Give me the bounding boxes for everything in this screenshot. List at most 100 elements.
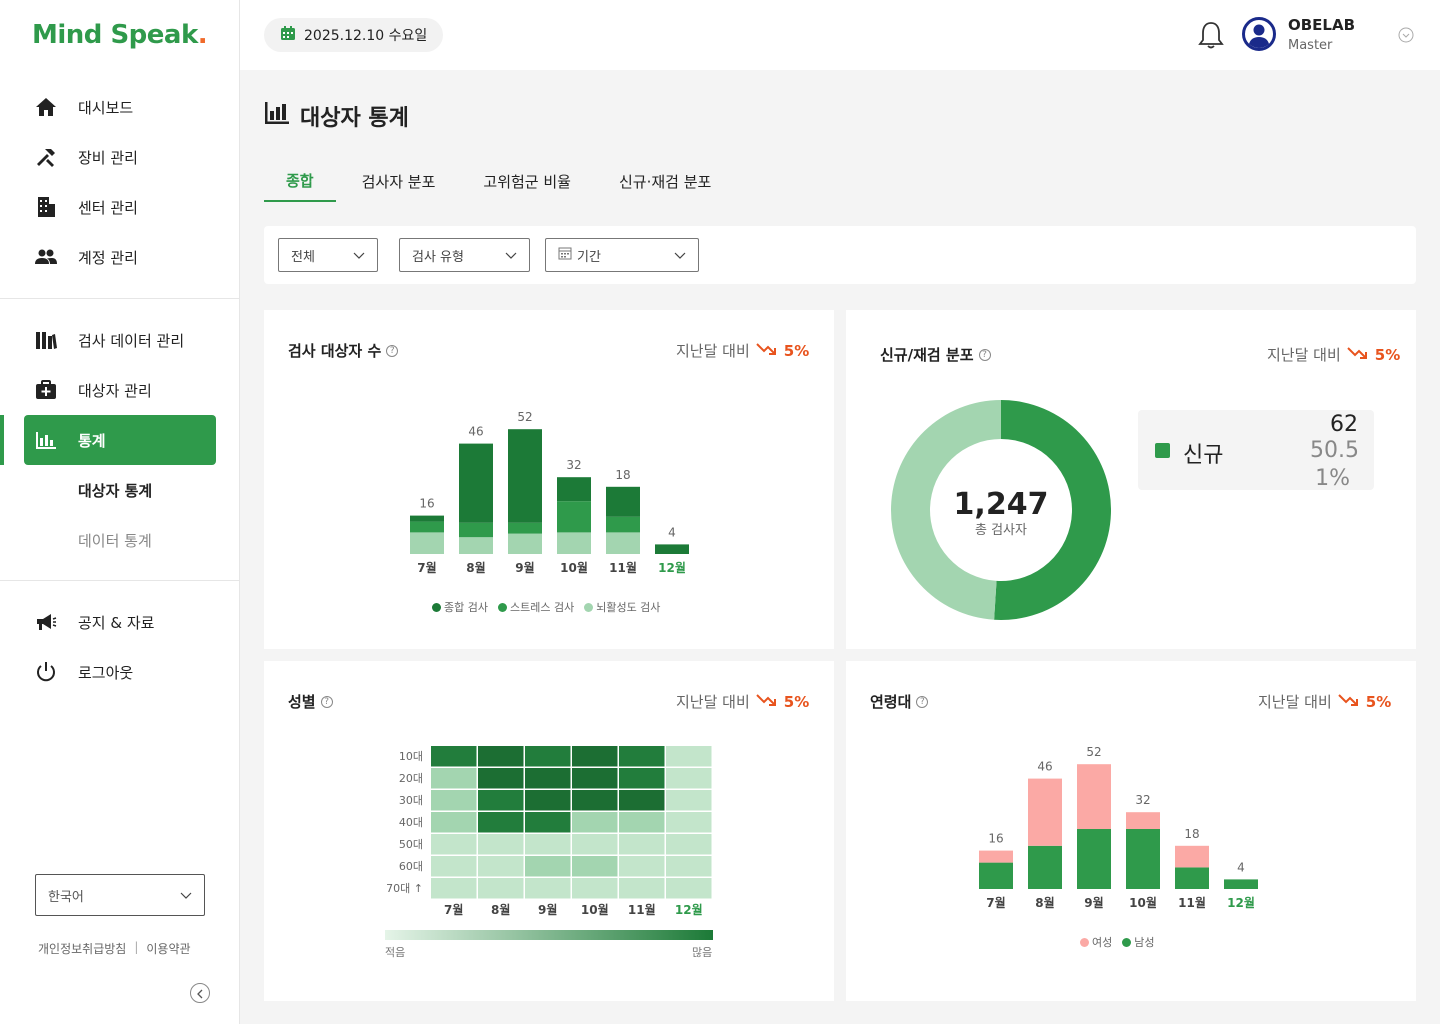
trend-down-icon xyxy=(1338,693,1360,711)
bar-chart-icon xyxy=(34,428,58,452)
card-title: 검사 대상자 수? xyxy=(288,340,399,361)
x-tick-label: 9월 xyxy=(1084,895,1103,910)
bar-segment xyxy=(979,862,1013,889)
sidebar: Mind Speak. 대시보드 장비 관리 센터 관리 계정 관리 검사 데이… xyxy=(0,0,240,1024)
heatmap-cell xyxy=(666,878,712,899)
legend-label: 종합 검사 xyxy=(444,601,488,614)
bar-segment xyxy=(606,486,640,517)
legend-item: 종합 검사 xyxy=(432,599,488,615)
collapse-sidebar-button[interactable] xyxy=(190,983,210,1003)
bar-segment xyxy=(1175,867,1209,889)
heatmap-cell xyxy=(478,768,524,789)
legend-label: 스트레스 검사 xyxy=(509,601,575,614)
compare-label: 지난달 대비 xyxy=(1258,693,1332,711)
bar-segment xyxy=(1028,845,1062,889)
help-icon[interactable]: ? xyxy=(386,344,399,357)
chevron-left-icon xyxy=(196,984,204,1003)
help-icon[interactable]: ? xyxy=(978,348,991,361)
nav-sub-data-stats[interactable]: 데이터 통계 xyxy=(78,530,152,551)
donut-center-label: 총 검사자 xyxy=(975,523,1027,538)
help-icon[interactable]: ? xyxy=(320,695,333,708)
trend-down-icon xyxy=(756,342,778,360)
x-tick-label: 12월 xyxy=(675,902,703,917)
tab-new-repeat-distribution[interactable]: 신규·재검 분포 xyxy=(597,160,733,202)
nav-subjects[interactable]: 대상자 관리 xyxy=(24,365,216,415)
language-select[interactable]: 한국어 xyxy=(35,874,205,916)
card-title-text: 연령대 xyxy=(870,693,912,711)
chart-legend: 종합 검사 스트레스 검사 뇌활성도 검사 xyxy=(432,599,660,615)
y-tick-label: 70대 ↑ xyxy=(386,882,423,895)
nav-centers[interactable]: 센터 관리 xyxy=(24,182,216,232)
heatmap-cell xyxy=(619,768,665,789)
test-type-value: 검사 유형 xyxy=(412,249,464,265)
card-title: 신규/재검 분포? xyxy=(880,344,991,365)
trend-down-icon xyxy=(756,693,778,711)
tab-overview[interactable]: 종합 xyxy=(264,160,336,202)
compare-value: 5% xyxy=(783,341,810,360)
sidebar-divider xyxy=(0,580,240,581)
heatmap-cell xyxy=(478,834,524,855)
y-tick-label: 40대 xyxy=(399,816,423,829)
x-tick-label: 12월 xyxy=(1227,895,1255,910)
footer-links: 개인정보취급방침 | 이용약관 xyxy=(38,940,191,957)
nav-accounts[interactable]: 계정 관리 xyxy=(24,232,216,282)
data-label: 46 xyxy=(1037,760,1052,774)
tools-icon xyxy=(34,145,58,169)
bar-segment xyxy=(410,521,444,533)
bar-segment xyxy=(459,522,493,538)
month-compare: 지난달 대비 5% xyxy=(676,691,809,712)
nav-notices[interactable]: 공지 & 자료 xyxy=(24,597,216,647)
bar-segment xyxy=(557,501,591,533)
period-select[interactable]: 기간 xyxy=(545,238,699,272)
scope-select[interactable]: 전체 xyxy=(278,238,378,272)
heatmap-cell xyxy=(478,878,524,899)
logo[interactable]: Mind Speak. xyxy=(32,20,208,50)
test-type-select[interactable]: 검사 유형 xyxy=(399,238,530,272)
heatmap-cell xyxy=(431,768,477,789)
gender-heatmap: 10대 20대 30대 40대 50대 60대 70대 ↑ 7월 8월 9월 10월 11월 12월 xyxy=(386,746,712,917)
heatmap-cell xyxy=(431,878,477,899)
scale-high-label: 많음 xyxy=(692,946,713,959)
legend-label: 여성 xyxy=(1092,936,1113,949)
data-label: 4 xyxy=(1237,860,1245,874)
heatmap-cell xyxy=(666,812,712,833)
heatmap-cell xyxy=(525,790,571,811)
help-icon[interactable]: ? xyxy=(916,695,929,708)
compare-label: 지난달 대비 xyxy=(676,693,750,711)
month-compare: 지난달 대비 5% xyxy=(1267,344,1400,365)
heatmap-cell xyxy=(478,790,524,811)
nav-devices[interactable]: 장비 관리 xyxy=(24,132,216,182)
nav-dashboard[interactable]: 대시보드 xyxy=(24,82,216,132)
x-tick-label: 12월 xyxy=(658,560,686,575)
compare-value: 5% xyxy=(1374,345,1401,364)
bell-icon[interactable] xyxy=(1198,20,1224,54)
link-separator: | xyxy=(134,940,139,954)
tab-examinee-distribution[interactable]: 검사자 분포 xyxy=(340,160,458,202)
x-tick-label: 8월 xyxy=(491,902,510,917)
heatmap-cell xyxy=(572,856,618,877)
period-label-group: 기간 xyxy=(558,246,601,265)
nav-statistics[interactable]: 통계 xyxy=(24,415,216,465)
heatmap-cell xyxy=(572,812,618,833)
privacy-link[interactable]: 개인정보취급방침 xyxy=(38,940,126,957)
nav-logout[interactable]: 로그아웃 xyxy=(24,647,216,697)
terms-link[interactable]: 이용약관 xyxy=(146,940,190,957)
scope-value: 전체 xyxy=(291,249,315,265)
nav-sub-subject-stats[interactable]: 대상자 통계 xyxy=(78,480,152,501)
avatar[interactable] xyxy=(1242,17,1276,51)
chevron-down-icon[interactable] xyxy=(1398,27,1414,47)
building-icon xyxy=(34,195,58,219)
legend-item: 뇌활성도 검사 xyxy=(584,599,660,615)
x-tick-label: 9월 xyxy=(538,902,557,917)
compare-value: 5% xyxy=(1365,692,1392,711)
bar-segment xyxy=(655,544,689,554)
x-tick-label: 7월 xyxy=(444,902,463,917)
heatmap-cell xyxy=(478,856,524,877)
bar-segment xyxy=(459,443,493,523)
x-tick-label: 7월 xyxy=(986,895,1005,910)
tab-high-risk-ratio[interactable]: 고위험군 비율 xyxy=(461,160,593,202)
tab-bar: 종합 검사자 분포 고위험군 비율 신규·재검 분포 xyxy=(264,160,737,202)
card-title-text: 신규/재검 분포 xyxy=(880,346,974,364)
bar-segment xyxy=(557,532,591,554)
nav-test-data[interactable]: 검사 데이터 관리 xyxy=(24,315,216,365)
